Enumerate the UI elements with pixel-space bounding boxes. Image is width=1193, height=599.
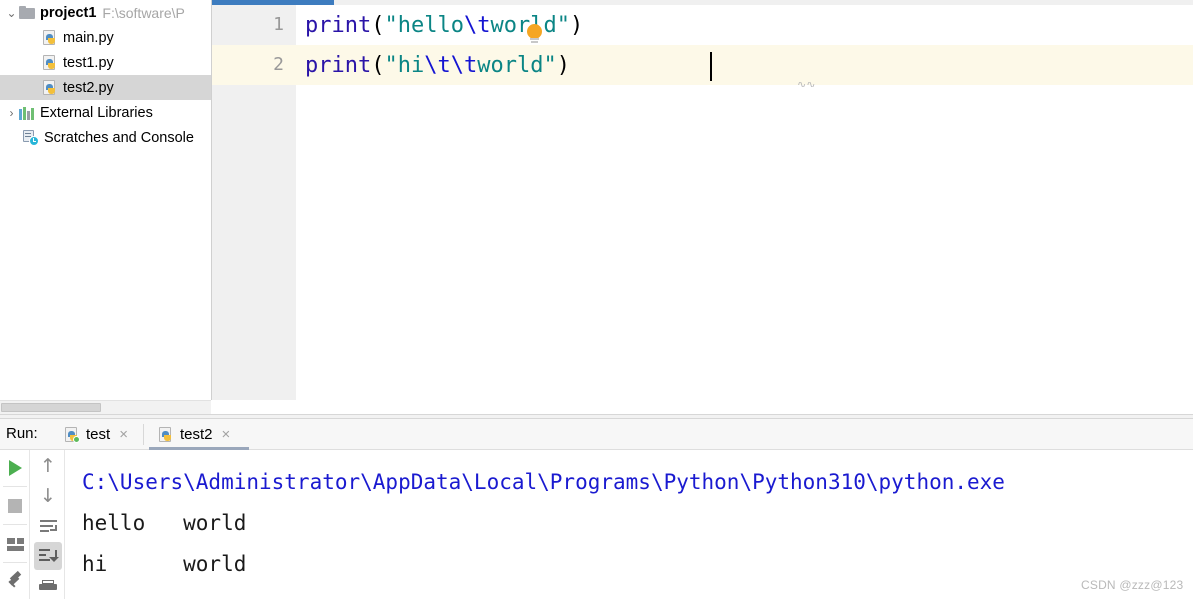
editor-gutter[interactable]: 1 2 bbox=[212, 5, 296, 400]
library-icon bbox=[19, 106, 35, 120]
chevron-down-icon[interactable]: ⌄ bbox=[4, 6, 19, 20]
print-button[interactable] bbox=[34, 572, 62, 599]
scroll-down-button[interactable]: ↓ bbox=[34, 482, 62, 510]
line-number: 2 bbox=[273, 54, 284, 75]
print-icon bbox=[39, 579, 57, 593]
run-tab-test2[interactable]: test2 × bbox=[152, 419, 236, 450]
scrollbar-thumb[interactable] bbox=[1, 403, 101, 412]
lightbulb-icon[interactable] bbox=[526, 24, 543, 45]
python-file-icon bbox=[42, 29, 58, 46]
scratches-clock-icon bbox=[23, 129, 39, 146]
token-function: print bbox=[305, 12, 372, 38]
tree-item-main-py[interactable]: main.py bbox=[0, 25, 211, 50]
pin-button[interactable] bbox=[1, 568, 29, 596]
token-escape: \t bbox=[424, 52, 451, 78]
code-line-2[interactable]: print ( "hi \t \t world" ) bbox=[305, 45, 570, 85]
close-icon[interactable]: × bbox=[222, 427, 231, 442]
run-toolbar-primary bbox=[0, 450, 30, 599]
layout-icon bbox=[6, 537, 24, 551]
project-root-name: project1 bbox=[40, 4, 97, 21]
pin-icon bbox=[7, 570, 23, 590]
code-editor: 1 2 print ( "hello \t world" ) print ( "… bbox=[212, 0, 1193, 400]
scroll-to-end-icon bbox=[39, 549, 59, 563]
python-file-icon bbox=[42, 79, 58, 96]
console-output-line: hello world bbox=[82, 511, 247, 535]
file-name-label: main.py bbox=[63, 29, 114, 46]
token-paren: ( bbox=[371, 12, 385, 38]
project-tree-panel: ⌄ project1 F:\software\P main.py test1.p… bbox=[0, 0, 211, 400]
run-tool-window: Run: test × test2 × ↑ ↓ C:\Users\Adminis… bbox=[0, 419, 1193, 599]
run-tab-label: test2 bbox=[180, 426, 213, 443]
file-name-label: test2.py bbox=[63, 79, 114, 96]
line-number: 1 bbox=[273, 14, 284, 35]
arrow-up-icon: ↑ bbox=[40, 454, 56, 477]
scroll-to-end-button[interactable] bbox=[34, 542, 62, 570]
python-icon bbox=[158, 426, 174, 443]
warning-squiggle: ∿∿ bbox=[797, 82, 819, 87]
tree-item-scratches-and-consoles[interactable]: Scratches and Console bbox=[0, 125, 211, 150]
project-root-path: F:\software\P bbox=[102, 4, 185, 21]
token-paren: ) bbox=[569, 12, 584, 38]
stop-icon bbox=[8, 499, 22, 513]
close-icon[interactable]: × bbox=[119, 427, 128, 442]
run-label: Run: bbox=[6, 425, 38, 442]
token-escape: \t bbox=[463, 12, 491, 38]
arrow-down-icon: ↓ bbox=[40, 484, 56, 507]
token-string: "hi bbox=[384, 52, 425, 78]
tree-item-test1-py[interactable]: test1.py bbox=[0, 50, 211, 75]
token-string: "hello bbox=[384, 12, 464, 38]
console-output[interactable]: C:\Users\Administrator\AppData\Local\Pro… bbox=[66, 450, 1193, 599]
file-name-label: test1.py bbox=[63, 54, 114, 71]
token-escape: \t bbox=[450, 52, 478, 78]
chevron-right-icon[interactable]: › bbox=[4, 106, 19, 120]
play-icon bbox=[8, 460, 22, 476]
soft-wrap-icon bbox=[39, 520, 57, 532]
run-tab-label: test bbox=[86, 426, 111, 443]
token-paren: ( bbox=[371, 52, 385, 78]
watermark: CSDN @zzz@123 bbox=[1081, 578, 1184, 592]
stop-button[interactable] bbox=[1, 492, 29, 520]
tree-item-external-libraries[interactable]: › External Libraries bbox=[0, 100, 211, 125]
tree-item-test2-py[interactable]: test2.py bbox=[0, 75, 211, 100]
token-function: print bbox=[305, 52, 372, 78]
tree-item-project-root[interactable]: ⌄ project1 F:\software\P bbox=[0, 0, 211, 25]
external-libraries-label: External Libraries bbox=[40, 104, 153, 121]
scroll-up-button[interactable]: ↑ bbox=[34, 452, 62, 480]
token-string: world" bbox=[477, 52, 557, 78]
tab-separator bbox=[143, 424, 144, 445]
console-output-line: hi world bbox=[82, 552, 247, 576]
soft-wrap-button[interactable] bbox=[34, 512, 62, 540]
pycharm-window: ⌄ project1 F:\software\P main.py test1.p… bbox=[0, 0, 1193, 599]
token-paren: ) bbox=[556, 52, 570, 78]
run-toolbar-secondary: ↑ ↓ bbox=[31, 450, 65, 599]
python-running-icon bbox=[64, 426, 80, 443]
run-tab-test[interactable]: test × bbox=[58, 419, 134, 450]
folder-icon bbox=[19, 6, 35, 19]
python-file-icon bbox=[42, 54, 58, 71]
layout-button[interactable] bbox=[1, 530, 29, 558]
console-command-line: C:\Users\Administrator\AppData\Local\Pro… bbox=[82, 470, 1005, 494]
project-panel-horizontal-scrollbar[interactable] bbox=[0, 400, 211, 414]
scratches-label: Scratches and Console bbox=[44, 129, 194, 146]
code-text-area[interactable]: print ( "hello \t world" ) print ( "hi \… bbox=[296, 5, 1193, 400]
run-tab-bar: Run: test × test2 × bbox=[0, 419, 1193, 451]
text-caret bbox=[710, 52, 712, 81]
rerun-button[interactable] bbox=[1, 454, 29, 482]
